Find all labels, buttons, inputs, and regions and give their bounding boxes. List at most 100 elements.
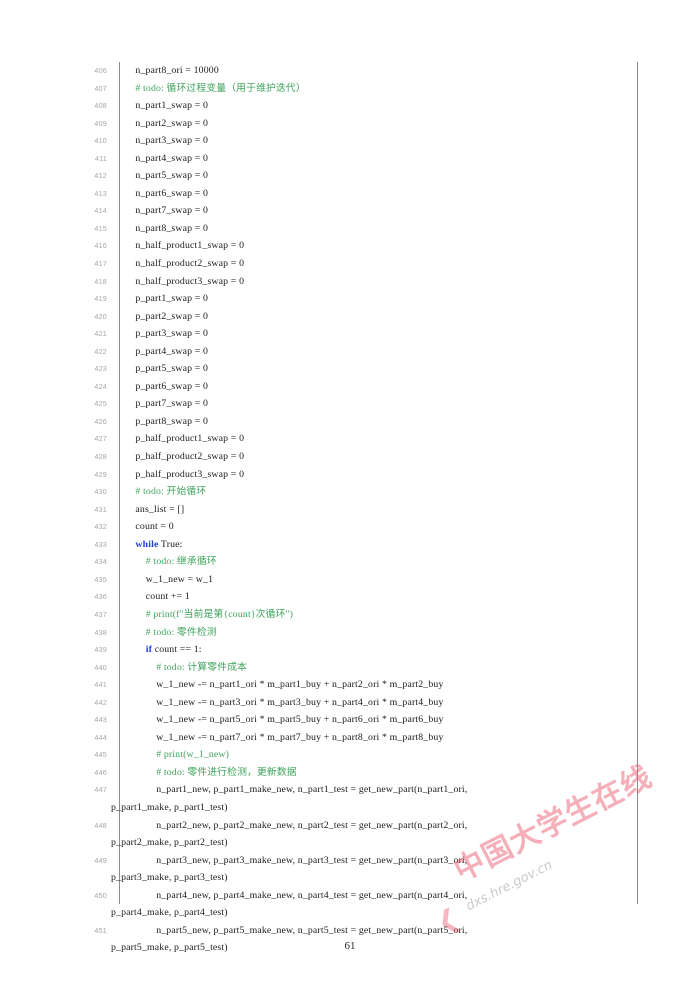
code-text: p_part1_make, p_part1_test) — [111, 801, 228, 813]
code-row: 430 # todo: 开始循环 — [47, 483, 639, 501]
code-text: n_part1_new, p_part1_make_new, n_part1_t… — [125, 784, 468, 796]
code-row: 432 count = 0 — [47, 518, 639, 536]
code-text: n_part5_swap = 0 — [125, 170, 209, 182]
line-number: 422 — [94, 346, 107, 356]
code-text: w_1_new -= n_part7_ori * m_part7_buy + n… — [125, 731, 444, 743]
line-number: 444 — [94, 732, 107, 742]
code-text: w_1_new -= n_part1_ori * m_part1_buy + n… — [125, 679, 444, 691]
code-text: p_part1_swap = 0 — [125, 293, 209, 305]
code-row: 451 n_part5_new, p_part5_make_new, n_par… — [47, 922, 639, 940]
code-row: p_part4_make, p_part4_test) — [47, 904, 639, 922]
code-text: n_half_product2_swap = 0 — [125, 258, 245, 270]
code-text: count += 1 — [125, 591, 190, 603]
line-number: 438 — [94, 627, 107, 637]
line-number: 426 — [94, 416, 107, 426]
line-number: 415 — [94, 223, 107, 233]
code-text: w_1_new -= n_part5_ori * m_part5_buy + n… — [125, 714, 444, 726]
code-row: p_part3_make, p_part3_test) — [47, 869, 639, 887]
code-row: 440 # todo: 计算零件成本 — [47, 659, 639, 677]
line-number: 424 — [94, 381, 107, 391]
code-row: 438 # todo: 零件检测 — [47, 624, 639, 642]
document-page: 406 n_part8_ori = 10000 407 # todo: 循环过程变… — [0, 0, 700, 989]
code-row: 413 n_part6_swap = 0 — [47, 185, 639, 203]
line-number: 411 — [94, 153, 107, 163]
line-number: 423 — [94, 364, 107, 374]
code-row: 412 n_part5_swap = 0 — [47, 167, 639, 185]
code-row: 422 p_part4_swap = 0 — [47, 343, 639, 361]
line-number: 421 — [94, 329, 107, 339]
line-number: 451 — [94, 925, 107, 935]
code-keyword-rest: count == 1: — [152, 644, 202, 656]
code-text: n_part8_swap = 0 — [125, 222, 209, 234]
code-row: 445 # print(w_1_new) — [47, 746, 639, 764]
line-number: 408 — [94, 101, 107, 111]
code-row: 428 p_half_product2_swap = 0 — [47, 448, 639, 466]
code-text: p_part3_swap = 0 — [125, 328, 209, 340]
line-number: 443 — [94, 715, 107, 725]
code-row: p_part1_make, p_part1_test) — [47, 799, 639, 817]
code-row: 450 n_part4_new, p_part4_make_new, n_par… — [47, 887, 639, 905]
code-row: 435 w_1_new = w_1 — [47, 571, 639, 589]
code-text: n_half_product3_swap = 0 — [125, 275, 245, 287]
code-row: 448 n_part2_new, p_part2_make_new, n_par… — [47, 817, 639, 835]
code-keyword-rest: True: — [158, 538, 183, 550]
line-number: 442 — [94, 697, 107, 707]
code-text: n_part1_swap = 0 — [125, 100, 209, 112]
code-row: 410 n_part3_swap = 0 — [47, 132, 639, 150]
code-text: n_part3_new, p_part3_make_new, n_part3_t… — [125, 854, 468, 866]
line-number: 416 — [94, 241, 107, 251]
line-number: 407 — [94, 83, 107, 93]
code-text: # print(w_1_new) — [125, 749, 230, 761]
code-text: p_part2_swap = 0 — [125, 310, 209, 322]
code-row: 446 # todo: 零件进行检测，更新数据 — [47, 764, 639, 782]
code-row: 423 p_part5_swap = 0 — [47, 360, 639, 378]
code-text: p_part7_swap = 0 — [125, 398, 209, 410]
code-row: 426 p_part8_swap = 0 — [47, 413, 639, 431]
code-row: 433 while True: — [47, 536, 639, 554]
code-row: 447 n_part1_new, p_part1_make_new, n_par… — [47, 781, 639, 799]
code-row: 421 p_part3_swap = 0 — [47, 325, 639, 343]
code-text: n_part4_new, p_part4_make_new, n_part4_t… — [125, 889, 468, 901]
code-text: n_part8_ori = 10000 — [125, 65, 219, 76]
code-text: # todo: 零件进行检测，更新数据 — [125, 766, 297, 778]
code-text: n_part6_swap = 0 — [125, 187, 209, 199]
code-row: 436 count += 1 — [47, 588, 639, 606]
code-text: # todo: 计算零件成本 — [125, 661, 248, 673]
line-number: 406 — [94, 66, 107, 75]
line-number: 418 — [94, 276, 107, 286]
code-text: n_part5_new, p_part5_make_new, n_part5_t… — [125, 924, 468, 936]
line-number: 439 — [94, 645, 107, 655]
code-text: p_half_product3_swap = 0 — [125, 468, 245, 480]
code-row: 414 n_part7_swap = 0 — [47, 202, 639, 220]
code-text: count = 0 — [125, 521, 174, 533]
line-number: 428 — [94, 452, 107, 462]
code-text: n_part3_swap = 0 — [125, 135, 209, 147]
code-row: 437 # print(f"当前是第{count}次循环") — [47, 606, 639, 624]
code-text: # todo: 开始循环 — [125, 486, 207, 498]
line-number: 414 — [94, 206, 107, 216]
line-number: 449 — [94, 855, 107, 865]
line-number: 437 — [94, 609, 107, 619]
code-text: n_part2_swap = 0 — [125, 117, 209, 129]
code-listing: 406 n_part8_ori = 10000 407 # todo: 循环过程变… — [47, 62, 639, 957]
code-text: if count == 1: — [111, 641, 639, 659]
code-row: 431 ans_list = [] — [47, 501, 639, 519]
code-row: 419 p_part1_swap = 0 — [47, 290, 639, 308]
code-row: 444 w_1_new -= n_part7_ori * m_part7_buy… — [47, 729, 639, 747]
line-number: 436 — [94, 592, 107, 602]
code-row: 408 n_part1_swap = 0 — [47, 97, 639, 115]
line-number: 417 — [94, 259, 107, 269]
code-row: 441 w_1_new -= n_part1_ori * m_part1_buy… — [47, 676, 639, 694]
code-row: 425 p_part7_swap = 0 — [47, 395, 639, 413]
code-text: while True: — [111, 536, 639, 554]
code-text: p_part8_swap = 0 — [125, 415, 209, 427]
line-number: 427 — [94, 434, 107, 444]
code-row: 449 n_part3_new, p_part3_make_new, n_par… — [47, 852, 639, 870]
code-row: 409 n_part2_swap = 0 — [47, 115, 639, 133]
line-number: 445 — [94, 750, 107, 760]
code-row: 416 n_half_product1_swap = 0 — [47, 237, 639, 255]
line-number: 431 — [94, 504, 107, 514]
code-text: # print(f"当前是第{count}次循环") — [125, 608, 294, 620]
code-row: 417 n_half_product2_swap = 0 — [47, 255, 639, 273]
code-text: n_part4_swap = 0 — [125, 152, 209, 164]
